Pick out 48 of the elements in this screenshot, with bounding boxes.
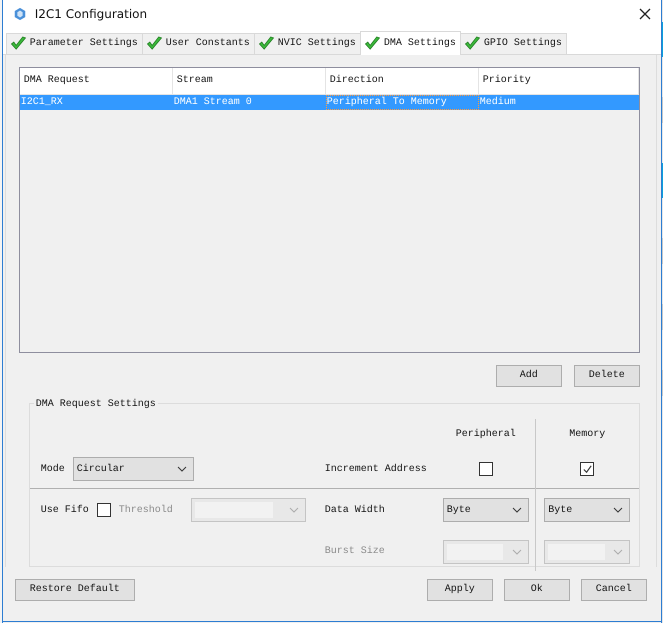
chevron-icon: [288, 507, 299, 514]
checkmark-icon: [146, 36, 163, 52]
checkmark-icon: [10, 36, 27, 52]
checkbox[interactable]: [478, 462, 493, 476]
checkmark-icon: [464, 36, 481, 52]
column-header[interactable]: Priority: [478, 68, 639, 94]
window-title: I2C1 Configuration: [34, 6, 148, 21]
data-width-dropdown[interactable]: Byte: [442, 498, 529, 522]
chevron-icon: [613, 548, 624, 555]
column-header[interactable]: DMA Request: [20, 68, 173, 94]
table-cell-text: Medium: [478, 96, 517, 110]
apply-button[interactable]: Apply: [426, 578, 493, 601]
cancel-button[interactable]: Cancel: [580, 578, 647, 601]
chevron-icon: [512, 507, 522, 514]
close-icon[interactable]: [638, 8, 651, 20]
data-width-dropdown[interactable]: Byte: [544, 498, 630, 522]
column-label: Memory: [534, 418, 639, 451]
mode-label: Mode: [40, 464, 65, 475]
mode-dropdown[interactable]: Circular: [72, 457, 194, 482]
table-cell: Peripheral To Memory: [326, 94, 479, 110]
chevron-icon: [613, 507, 624, 514]
threshold-label: Threshold: [118, 504, 173, 516]
table-cell-text: I2C1_RX: [20, 96, 64, 110]
column-header[interactable]: Stream: [172, 68, 326, 94]
ok-button[interactable]: Ok: [504, 578, 570, 601]
delete-button[interactable]: Delete: [574, 364, 640, 387]
cube-icon: [12, 6, 27, 21]
chevron-icon: [176, 466, 187, 472]
tab[interactable]: NVIC Settings: [254, 32, 361, 54]
data-width-label: Data Width: [324, 504, 386, 518]
chevron-icon: [512, 548, 522, 555]
checkmark-icon: [258, 36, 275, 52]
tab[interactable]: Parameter Settings: [6, 32, 143, 54]
column-label: Peripheral: [454, 428, 517, 442]
add-button[interactable]: Add: [496, 364, 562, 387]
tab[interactable]: GPIO Settings: [460, 32, 567, 54]
table-cell-text: DMA1 Stream 0: [172, 96, 253, 110]
checkbox[interactable]: [580, 462, 594, 476]
column-header[interactable]: Direction: [326, 68, 479, 94]
checkmark-icon: [364, 36, 381, 51]
group-title: DMA Request Settings: [34, 398, 158, 410]
tab[interactable]: DMA Settings: [360, 30, 461, 55]
restore-default-button[interactable]: Restore Default: [14, 578, 135, 601]
burst-size-label: Burst Size: [324, 544, 386, 560]
tab[interactable]: User Constants: [142, 32, 255, 54]
use-fifo-label: Use Fifo: [40, 504, 89, 516]
checkbox[interactable]: [96, 503, 111, 518]
increment-address-label: Increment Address: [324, 462, 428, 477]
